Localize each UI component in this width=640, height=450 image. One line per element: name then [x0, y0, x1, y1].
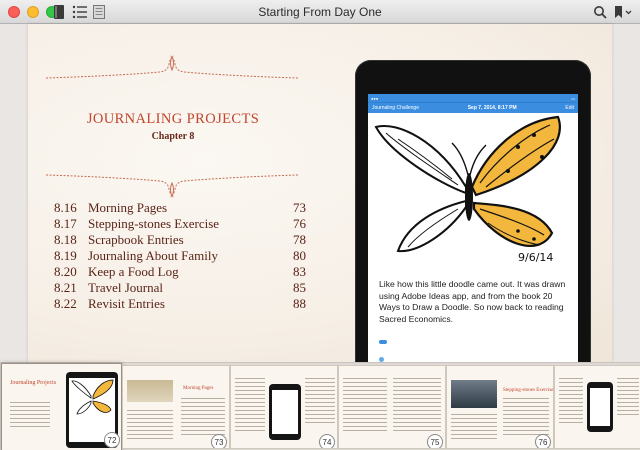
toc-title: Revisit Entries [88, 296, 165, 311]
toc-title: Morning Pages [88, 200, 168, 215]
ipad-nav-title: Sep 7, 2014, 8:17 PM [467, 105, 517, 111]
page-thumbnail-76[interactable]: Stepping-stones Exercise 76 [446, 365, 554, 449]
toc-number: 8.17 [54, 216, 77, 231]
toc-number: 8.19 [54, 248, 77, 263]
toc-number: 8.22 [54, 296, 77, 311]
thumbnail-text [393, 378, 441, 434]
minimize-window-button[interactable] [27, 6, 39, 18]
toc-title: Scrapbook Entries [88, 232, 184, 247]
bookmark-icon[interactable] [613, 4, 633, 20]
toc-title: Keep a Food Log [88, 264, 179, 279]
table-of-contents: 8.16 Morning Pages 73 8.17 Stepping-ston… [54, 200, 306, 312]
doodle-date: 9/6/14 [518, 251, 553, 264]
toc-number: 8.21 [54, 280, 77, 295]
thumbnail-ipad [269, 384, 301, 440]
book-page: JOURNALING PROJECTS Chapter 8 8.16 Morni… [28, 24, 612, 362]
thumbnail-text [305, 378, 335, 426]
thumbnail-text [235, 378, 265, 434]
thumbnail-title: Stepping-stones Exercise [503, 388, 554, 393]
toc-number: 8.20 [54, 264, 77, 279]
thumbnail-text [127, 410, 173, 442]
page-thumbnail-strip[interactable]: Journaling Projects 72 Morning Pages 73 [0, 362, 640, 450]
toc-number: 8.18 [54, 232, 77, 247]
ipad-nav-right: Edit [565, 105, 574, 111]
ornament-top [45, 55, 299, 79]
window-title: Starting From Day One [258, 5, 382, 19]
avatar [379, 356, 384, 362]
battery-icon: ▭ [571, 95, 575, 101]
thumbnail-page-number: 72 [104, 432, 120, 448]
library-icon[interactable] [52, 4, 66, 20]
toc-page: 85 [293, 280, 306, 295]
thumbnail-text [343, 378, 387, 434]
toc-entry[interactable]: 8.18 Scrapbook Entries 78 [54, 232, 306, 248]
thumbnail-text [451, 414, 497, 442]
toc-title: Stepping-stones Exercise [88, 216, 220, 231]
page-view-icon[interactable] [92, 4, 106, 20]
chapter-subtitle: Chapter 8 [151, 131, 195, 142]
thumbnail-title: Journaling Projects [10, 380, 57, 386]
signal-icon: ●●● [371, 95, 379, 101]
toc-number: 8.16 [54, 200, 77, 215]
contents-list-icon[interactable] [72, 4, 88, 20]
toc-entry[interactable]: 8.20 Keep a Food Log 83 [54, 264, 306, 280]
page-thumbnail-74[interactable]: 74 [230, 365, 338, 449]
toc-title: Journaling About Family [88, 248, 218, 263]
thumbnail-photo [451, 380, 497, 408]
toc-entry[interactable]: 8.22 Revisit Entries 88 [54, 296, 306, 312]
ornament-bottom [45, 174, 299, 198]
thumbnail-text [617, 378, 639, 418]
ipad-screen: ●●● ▭ Journaling Challenge Sep 7, 2014, … [368, 94, 578, 362]
thumbnail-butterfly [71, 379, 114, 415]
thumbnail-text [559, 378, 583, 426]
thumbnail-title: Morning Pages [183, 386, 214, 391]
entry-tag [379, 340, 387, 344]
thumbnail-text [10, 402, 50, 430]
close-window-button[interactable] [8, 6, 20, 18]
toc-entry[interactable]: 8.21 Travel Journal 85 [54, 280, 306, 296]
toc-title: Travel Journal [88, 280, 163, 295]
ipad-status-bar: ●●● ▭ [368, 94, 578, 102]
page-thumbnail-73[interactable]: Morning Pages 73 [122, 365, 230, 449]
ipad-nav-left: Journaling Challenge [372, 105, 419, 111]
thumbnail-page-number: 73 [211, 434, 227, 448]
toc-entry[interactable]: 8.19 Journaling About Family 80 [54, 248, 306, 264]
page-thumbnail-next[interactable] [554, 365, 640, 449]
toc-page: 76 [293, 216, 306, 231]
toc-page: 83 [293, 264, 306, 279]
page-thumbnail-72[interactable]: Journaling Projects 72 [1, 363, 122, 450]
toc-page: 80 [293, 248, 306, 263]
butterfly-doodle: 9/6/14 [374, 115, 561, 264]
toc-page: 78 [293, 232, 306, 247]
thumbnail-page-number: 74 [319, 434, 335, 448]
search-icon[interactable] [593, 4, 607, 20]
ipad-nav-bar: Journaling Challenge Sep 7, 2014, 8:17 P… [368, 102, 578, 113]
toc-page: 73 [293, 200, 306, 215]
toc-page: 88 [293, 296, 306, 311]
journal-entry-text: Like how this little doodle came out. It… [379, 279, 566, 324]
ipad-illustration: ●●● ▭ Journaling Challenge Sep 7, 2014, … [355, 60, 591, 362]
page-thumbnail-75[interactable]: 75 [338, 365, 446, 449]
thumbnail-page-number: 76 [535, 434, 551, 448]
thumbnail-ipad [587, 382, 613, 432]
toc-entry[interactable]: 8.16 Morning Pages 73 [54, 200, 306, 216]
thumbnail-photo [127, 380, 173, 402]
title-bar: Starting From Day One [0, 0, 640, 24]
thumbnail-page-number: 75 [427, 434, 443, 448]
chapter-title: JOURNALING PROJECTS [86, 111, 260, 127]
thumbnail-text [181, 398, 225, 438]
thumbnail-text [503, 398, 549, 438]
toc-entry[interactable]: 8.17 Stepping-stones Exercise 76 [54, 216, 306, 232]
